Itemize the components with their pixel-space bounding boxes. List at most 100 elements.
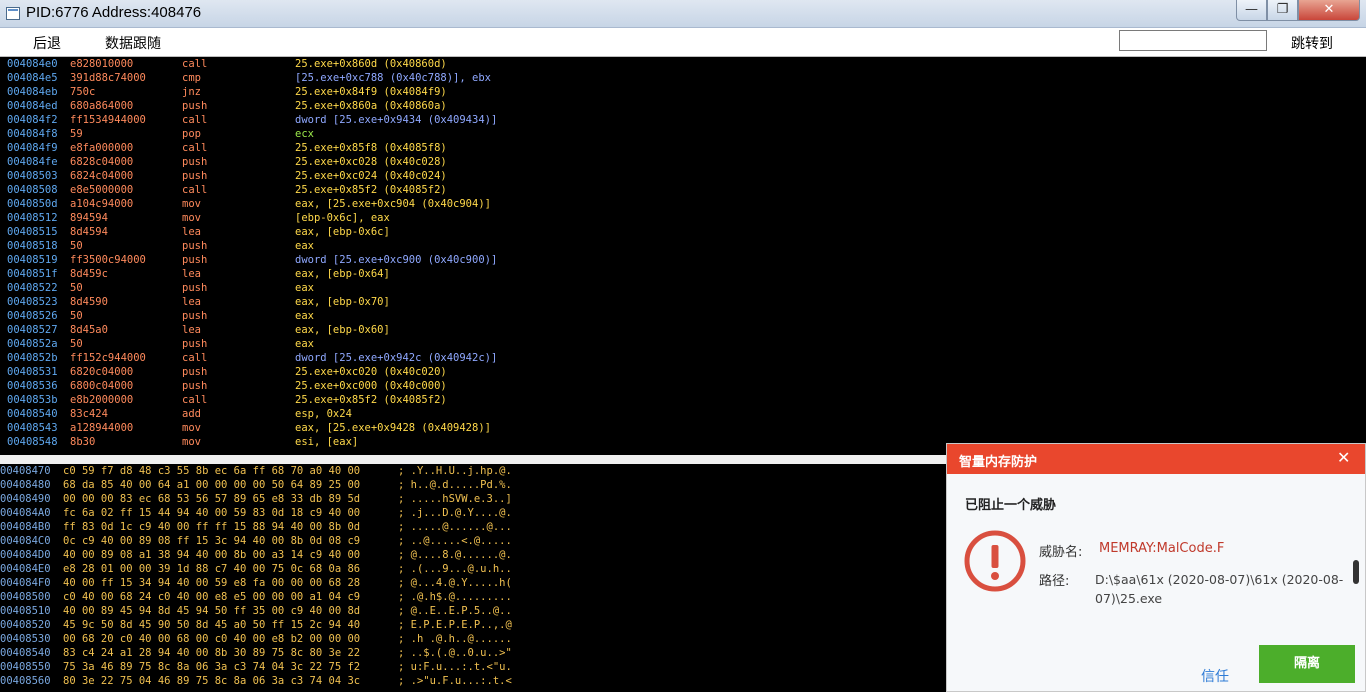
hex-row[interactable]: 00408550 75 3a 46 89 75 8c 8a 06 3a c3 74… — [0, 660, 940, 674]
disasm-bytes: 6828c04000 — [70, 156, 134, 168]
hex-bytes: ff 83 0d 1c c9 40 00 ff ff 15 88 94 40 0… — [63, 521, 361, 533]
hex-bytes: 40 00 89 45 94 8d 45 94 50 ff 35 00 c9 4… — [63, 605, 361, 617]
data-follow-button[interactable]: 数据跟随 — [105, 33, 161, 53]
disasm-mnemonic: lea — [182, 268, 201, 280]
disasm-row[interactable]: 00408540 83c424 add esp, 0x24 — [0, 407, 900, 421]
hex-row[interactable]: 00408500 c0 40 00 68 24 c0 40 00 e8 e5 00… — [0, 590, 940, 604]
hex-ascii: ; .....@......@... — [398, 521, 512, 533]
disasm-bytes: 680a864000 — [70, 100, 134, 112]
disasm-mnemonic: push — [182, 338, 208, 350]
popup-close-icon[interactable]: ✕ — [1337, 448, 1350, 467]
disasm-address: 00408543 — [7, 422, 58, 434]
disasm-operand: dword [25.exe+0xc900 (0x40c900)] — [295, 254, 498, 266]
hex-row[interactable]: 004084F0 40 00 ff 15 34 94 40 00 59 e8 fa… — [0, 576, 940, 590]
disasm-row[interactable]: 00408503 6824c04000 push 25.exe+0xc024 (0x4… — [0, 169, 900, 183]
disasm-bytes: 83c424 — [70, 408, 108, 420]
hex-row[interactable]: 00408530 00 68 20 c0 40 00 68 00 c0 40 00… — [0, 632, 940, 646]
disasm-mnemonic: push — [182, 366, 208, 378]
hex-row[interactable]: 00408520 45 9c 50 8d 45 90 50 8d 45 a0 50… — [0, 618, 940, 632]
disasm-row[interactable]: 00408519 ff3500c94000 push dword [25.exe+0x… — [0, 253, 900, 267]
disasm-operand: esi, [eax] — [295, 436, 359, 448]
hex-ascii: ; .@.h$.@......... — [398, 591, 512, 603]
disasm-row[interactable]: 00408523 8d4590 lea eax, [ebp-0x70] — [0, 295, 900, 309]
disasm-row[interactable]: 00408543 a128944000 mov eax, [25.exe+0x9428… — [0, 421, 900, 435]
disasm-address: 004084eb — [7, 86, 58, 98]
hex-bytes: 0c c9 40 00 89 08 ff 15 3c 94 40 00 8b 0… — [63, 535, 361, 547]
disasm-row[interactable]: 004084e5 391d88c74000 cmp [25.exe+0xc788 (0… — [0, 71, 900, 85]
disasm-row[interactable]: 0040850d a104c94000 mov eax, [25.exe+0xc904… — [0, 197, 900, 211]
hex-bytes: c0 59 f7 d8 48 c3 55 8b ec 6a ff 68 70 a… — [63, 465, 361, 477]
disasm-address: 00408522 — [7, 282, 58, 294]
disasm-row[interactable]: 004084ed 680a864000 push 25.exe+0x860a (0x4… — [0, 99, 900, 113]
hex-bytes: 40 00 89 08 a1 38 94 40 00 8b 00 a3 14 c… — [63, 549, 361, 561]
disasm-row[interactable]: 004084f8 59 pop ecx — [0, 127, 900, 141]
hex-address: 004084B0 — [0, 521, 51, 533]
disasm-address: 0040853b — [7, 394, 58, 406]
hex-ascii: ; .>"u.F.u...:.t.< — [398, 675, 512, 687]
close-button[interactable]: ✕ — [1298, 0, 1360, 21]
minimize-button[interactable]: — — [1236, 0, 1267, 21]
disasm-bytes: 8d459c — [70, 268, 108, 280]
disasm-bytes: 6800c04000 — [70, 380, 134, 392]
disasm-row[interactable]: 00408522 50 push eax — [0, 281, 900, 295]
hex-row[interactable]: 00408480 68 da 85 40 00 64 a1 00 00 00 00… — [0, 478, 940, 492]
popup-scrollbar[interactable] — [1353, 560, 1359, 584]
disasm-row[interactable]: 004084e0 e828010000 call 25.exe+0x860d (0x4… — [0, 57, 900, 71]
disasm-row[interactable]: 004084f9 e8fa000000 call 25.exe+0x85f8 (0x4… — [0, 141, 900, 155]
disasm-operand: 25.exe+0xc024 (0x40c024) — [295, 170, 447, 182]
maximize-button[interactable]: ❐ — [1267, 0, 1298, 21]
goto-button[interactable]: 跳转到 — [1291, 33, 1333, 53]
hex-bytes: 83 c4 24 a1 28 94 40 00 8b 30 89 75 8c 8… — [63, 647, 361, 659]
disassembly-panel[interactable]: 004084e0 e828010000 call 25.exe+0x860d (0x4… — [0, 57, 1366, 455]
disasm-operand: eax, [ebp-0x60] — [295, 324, 390, 336]
warning-icon — [964, 530, 1026, 592]
disasm-address: 004084e0 — [7, 58, 58, 70]
hex-row[interactable]: 004084A0 fc 6a 02 ff 15 44 94 40 00 59 83… — [0, 506, 940, 520]
disasm-bytes: 6820c04000 — [70, 366, 134, 378]
disasm-address: 00408540 — [7, 408, 58, 420]
path-label: 路径: — [1039, 574, 1070, 589]
hex-row[interactable]: 004084D0 40 00 89 08 a1 38 94 40 00 8b 00… — [0, 548, 940, 562]
disasm-operand: esp, 0x24 — [295, 408, 352, 420]
hex-ascii: ; E.P.E.P.E.P..,.@ — [398, 619, 512, 631]
disasm-row[interactable]: 00408548 8b30 mov esi, [eax] — [0, 435, 900, 449]
trust-link[interactable]: 信任 — [1201, 666, 1229, 686]
hex-row[interactable]: 00408470 c0 59 f7 d8 48 c3 55 8b ec 6a ff… — [0, 464, 940, 478]
disasm-row[interactable]: 0040853b e8b2000000 call 25.exe+0x85f2 (0x4… — [0, 393, 900, 407]
threat-name-value: MEMRAY:MalCode.F — [1099, 541, 1225, 556]
disasm-address: 004084f2 — [7, 114, 58, 126]
disasm-row[interactable]: 004084fe 6828c04000 push 25.exe+0xc028 (0x4… — [0, 155, 900, 169]
back-button[interactable]: 后退 — [33, 33, 61, 53]
disasm-row[interactable]: 004084eb 750c jnz 25.exe+0x84f9 (0x4084f9) — [0, 85, 900, 99]
hex-ascii: ; .(...9...@.u.h.. — [398, 563, 512, 575]
disasm-row[interactable]: 00408531 6820c04000 push 25.exe+0xc020 (0x4… — [0, 365, 900, 379]
hex-row[interactable]: 004084B0 ff 83 0d 1c c9 40 00 ff ff 15 88… — [0, 520, 940, 534]
disasm-row[interactable]: 00408512 894594 mov [ebp-0x6c], eax — [0, 211, 900, 225]
hex-row[interactable]: 00408540 83 c4 24 a1 28 94 40 00 8b 30 89… — [0, 646, 940, 660]
disasm-row[interactable]: 00408527 8d45a0 lea eax, [ebp-0x60] — [0, 323, 900, 337]
disasm-mnemonic: push — [182, 240, 208, 252]
hex-row[interactable]: 00408510 40 00 89 45 94 8d 45 94 50 ff 35… — [0, 604, 940, 618]
disasm-row[interactable]: 00408518 50 push eax — [0, 239, 900, 253]
hex-address: 00408500 — [0, 591, 51, 603]
hex-row[interactable]: 00408490 00 00 00 83 ec 68 53 56 57 89 65… — [0, 492, 940, 506]
disasm-row[interactable]: 004084f2 ff1534944000 call dword [25.exe+0x… — [0, 113, 900, 127]
quarantine-button[interactable]: 隔离 — [1259, 645, 1355, 683]
disasm-mnemonic: push — [182, 100, 208, 112]
disasm-address: 0040852b — [7, 352, 58, 364]
disasm-row[interactable]: 0040851f 8d459c lea eax, [ebp-0x64] — [0, 267, 900, 281]
hex-row[interactable]: 004084C0 0c c9 40 00 89 08 ff 15 3c 94 40… — [0, 534, 940, 548]
hex-row[interactable]: 004084E0 e8 28 01 00 00 39 1d 88 c7 40 00… — [0, 562, 940, 576]
disasm-mnemonic: mov — [182, 212, 201, 224]
path-value: D:\$aa\61x (2020-08-07)\61x (2020-08-07)… — [1095, 572, 1344, 606]
disasm-row[interactable]: 00408515 8d4594 lea eax, [ebp-0x6c] — [0, 225, 900, 239]
disasm-row[interactable]: 00408508 e8e5000000 call 25.exe+0x85f2 (0x4… — [0, 183, 900, 197]
disasm-row[interactable]: 0040852a 50 push eax — [0, 337, 900, 351]
address-input[interactable] — [1119, 30, 1267, 51]
disasm-row[interactable]: 00408526 50 push eax — [0, 309, 900, 323]
disasm-row[interactable]: 0040852b ff152c944000 call dword [25.exe+0x… — [0, 351, 900, 365]
hex-row[interactable]: 00408560 80 3e 22 75 04 46 89 75 8c 8a 06… — [0, 674, 940, 688]
disasm-mnemonic: mov — [182, 436, 201, 448]
disasm-row[interactable]: 00408536 6800c04000 push 25.exe+0xc000 (0x4… — [0, 379, 900, 393]
disasm-bytes: 50 — [70, 282, 83, 294]
